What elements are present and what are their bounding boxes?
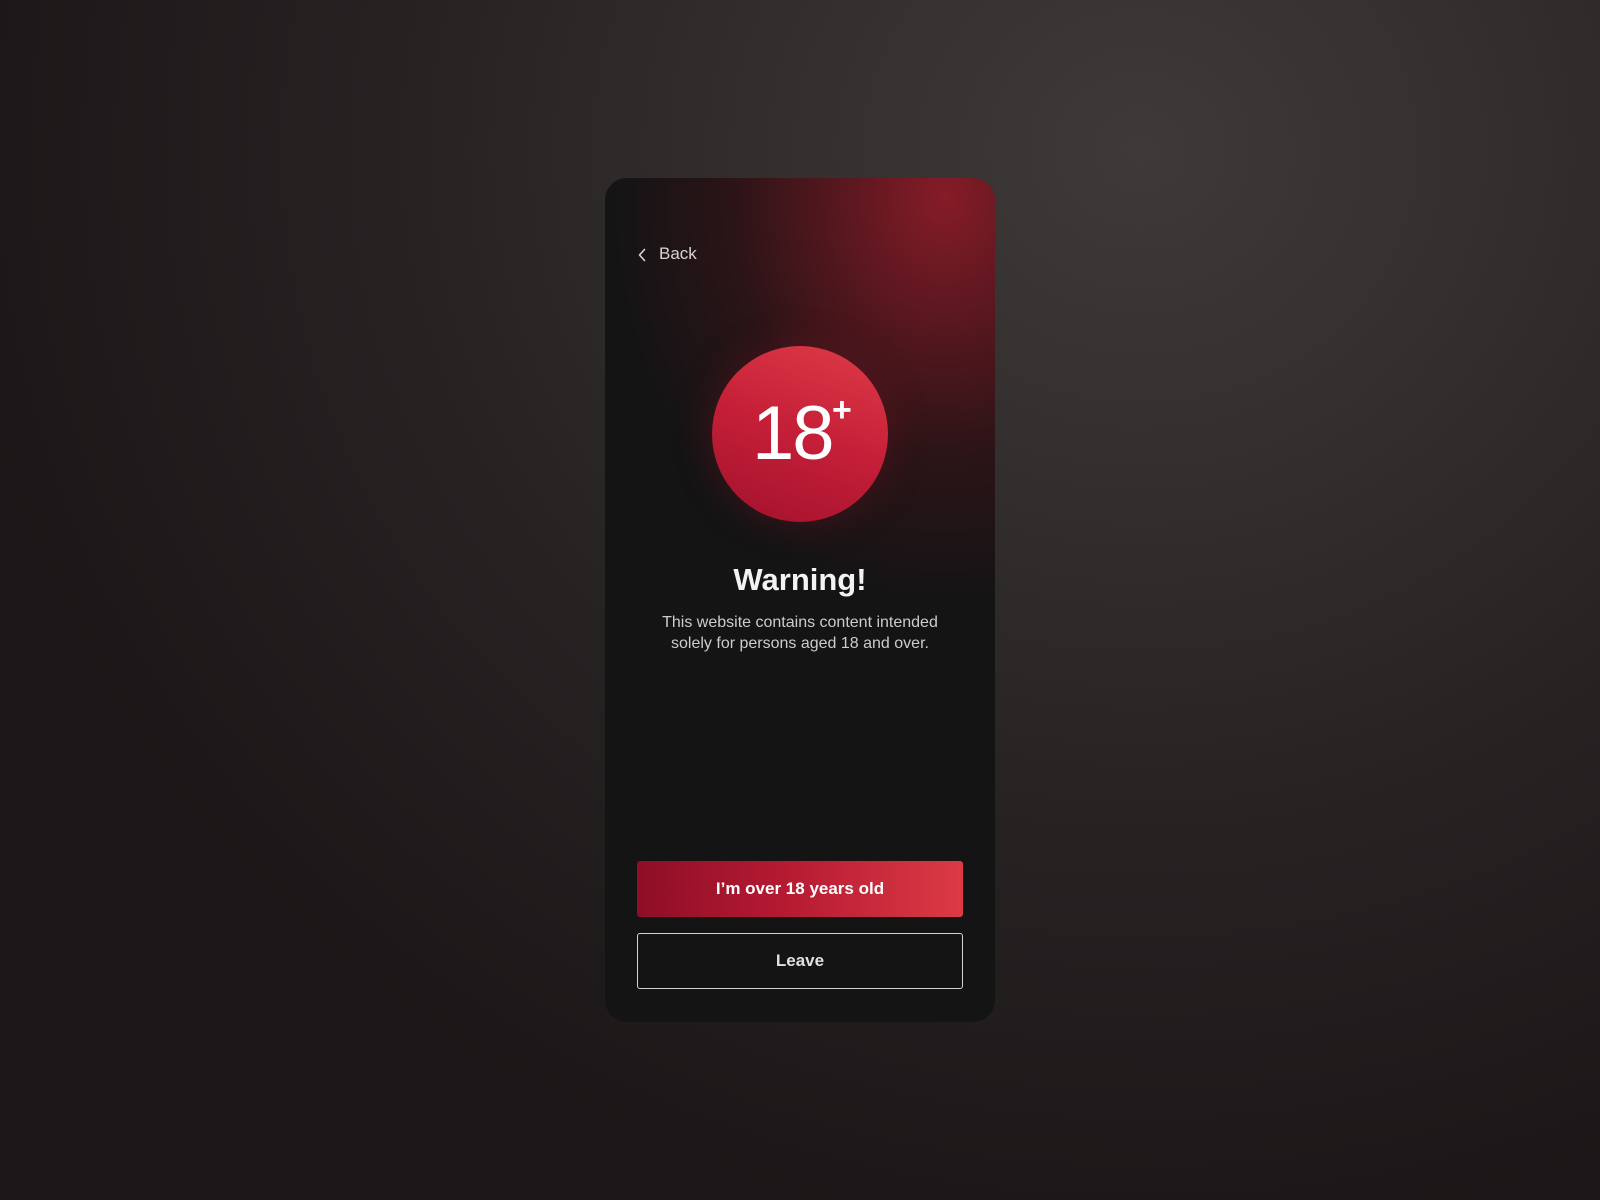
- badge-plus: +: [832, 391, 852, 429]
- leave-button[interactable]: Leave: [637, 933, 963, 989]
- age-gate-card: Back 18 + Warning! This website contains…: [605, 178, 995, 1022]
- warning-description: This website contains content intended s…: [662, 614, 938, 652]
- chevron-left-icon: [637, 247, 647, 262]
- warning-title: Warning!: [733, 562, 867, 597]
- back-button[interactable]: Back: [637, 242, 697, 266]
- age-18-plus-badge: 18 +: [712, 346, 888, 522]
- back-label: Back: [659, 244, 697, 263]
- confirm-age-button[interactable]: I’m over 18 years old: [637, 861, 963, 917]
- badge-number: 18: [752, 391, 835, 476]
